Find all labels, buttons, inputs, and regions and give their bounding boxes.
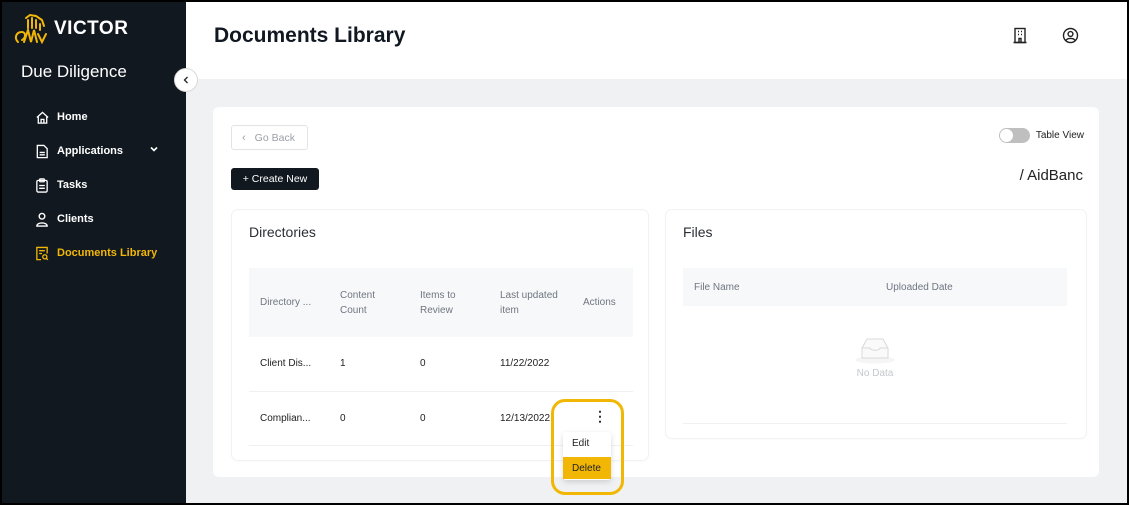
- document-search-icon: [34, 245, 50, 261]
- page-header: Documents Library: [186, 2, 1127, 79]
- go-back-button[interactable]: ‹ Go Back: [231, 125, 308, 150]
- empty-state: No Data: [683, 306, 1067, 424]
- sidebar-item-label: Clients: [57, 213, 94, 225]
- documents-card: ‹ Go Back + Create New Table View / AidB…: [213, 107, 1099, 477]
- column-header-uploaded-date[interactable]: Uploaded Date: [875, 268, 1067, 306]
- table-view-toggle-group: Table View: [998, 128, 1084, 143]
- toggle-knob: [999, 129, 1013, 142]
- home-icon: [34, 109, 50, 125]
- directories-table: Directory ... Content Count Items to Rev…: [249, 268, 633, 446]
- sidebar-item-home[interactable]: Home: [2, 100, 186, 134]
- breadcrumb: / AidBanc: [1019, 167, 1083, 184]
- chevron-left-icon: [183, 76, 188, 84]
- sidebar-nav: Home Applications Tasks Clients Document…: [2, 100, 186, 270]
- building-icon[interactable]: [1012, 27, 1030, 45]
- actions-cell: [572, 337, 633, 392]
- actions-dropdown-menu: Edit Delete: [563, 432, 611, 480]
- table-view-toggle[interactable]: [998, 128, 1030, 143]
- chevron-down-icon[interactable]: [148, 143, 160, 155]
- user-icon: [34, 211, 50, 227]
- sidebar-item-documents-library[interactable]: Documents Library: [2, 236, 186, 270]
- brand-logo: VICTOR: [12, 12, 128, 46]
- chevron-left-icon: ‹: [242, 131, 246, 144]
- directory-name[interactable]: Client Dis...: [249, 337, 329, 392]
- column-header-file-name[interactable]: File Name: [683, 268, 875, 306]
- app-window: VICTOR Due Diligence Home Applications T…: [2, 2, 1127, 503]
- column-header-directory[interactable]: Directory ...: [249, 268, 329, 337]
- column-header-items-to-review[interactable]: Items to Review: [409, 268, 489, 337]
- column-header-content-count[interactable]: Content Count: [329, 268, 409, 337]
- sidebar-item-clients[interactable]: Clients: [2, 202, 186, 236]
- directory-name[interactable]: Complian...: [249, 391, 329, 446]
- files-panel: Files File Name Uploaded Date No Data: [666, 210, 1086, 438]
- files-title: Files: [683, 224, 713, 240]
- empty-inbox-icon: [855, 338, 895, 364]
- table-row[interactable]: Client Dis... 1 0 11/22/2022: [249, 337, 633, 392]
- create-new-button[interactable]: + Create New: [231, 168, 319, 190]
- content-count: 0: [329, 391, 409, 446]
- page-title: Documents Library: [214, 24, 406, 47]
- go-back-label: Go Back: [254, 131, 295, 144]
- table-header-row: File Name Uploaded Date: [683, 268, 1067, 306]
- content-count: 1: [329, 337, 409, 392]
- files-table: File Name Uploaded Date: [683, 268, 1067, 306]
- sidebar-item-tasks[interactable]: Tasks: [2, 168, 186, 202]
- menu-item-delete[interactable]: Delete: [563, 457, 611, 479]
- table-header-row: Directory ... Content Count Items to Rev…: [249, 268, 633, 337]
- items-to-review: 0: [409, 391, 489, 446]
- column-header-actions: Actions: [572, 268, 633, 337]
- lion-logo-icon: [14, 13, 47, 45]
- table-view-label: Table View: [1035, 130, 1084, 141]
- empty-state-label: No Data: [856, 368, 894, 379]
- sidebar: VICTOR Due Diligence Home Applications T…: [2, 2, 186, 503]
- items-to-review: 0: [409, 337, 489, 392]
- document-icon: [34, 143, 50, 159]
- last-updated: 11/22/2022: [489, 337, 572, 392]
- more-actions-icon[interactable]: ⋮: [593, 409, 607, 423]
- menu-item-edit[interactable]: Edit: [563, 432, 611, 454]
- directories-panel: Directories Directory ... Content Count …: [232, 210, 648, 460]
- sidebar-item-label: Tasks: [57, 179, 88, 191]
- brand-name: VICTOR: [54, 18, 129, 39]
- app-name: Due Diligence: [21, 62, 127, 81]
- sidebar-item-applications[interactable]: Applications: [2, 134, 186, 168]
- clipboard-icon: [34, 177, 50, 193]
- sidebar-item-label: Documents Library: [57, 247, 158, 259]
- last-updated: 12/13/2022: [489, 391, 572, 446]
- collapse-sidebar-button[interactable]: [174, 68, 198, 92]
- sidebar-item-label: Applications: [57, 145, 124, 157]
- sidebar-item-label: Home: [57, 111, 88, 123]
- user-circle-icon[interactable]: [1062, 27, 1080, 45]
- directories-title: Directories: [249, 224, 316, 240]
- column-header-last-updated[interactable]: Last updated item: [489, 268, 572, 337]
